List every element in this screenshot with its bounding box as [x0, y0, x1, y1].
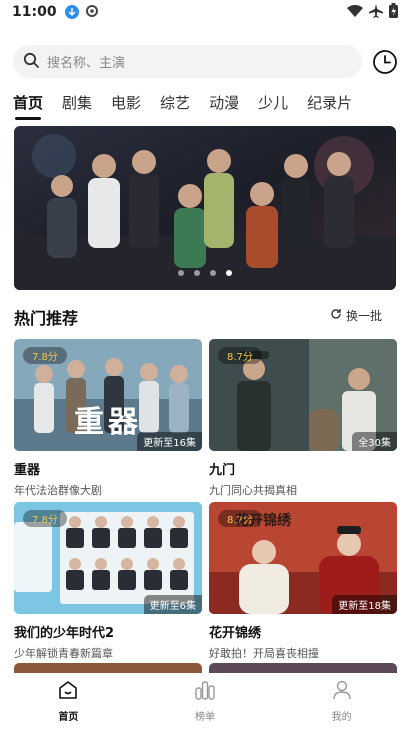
nav-ranking[interactable]: 榜单	[137, 673, 274, 729]
carousel-dot	[210, 270, 216, 276]
search-input[interactable]: 搜名称、主演	[13, 45, 362, 78]
tab-anime[interactable]: 动漫	[209, 92, 239, 122]
episode-badge: 更新至16集	[137, 432, 202, 451]
carousel-dot	[194, 270, 200, 276]
banner-image	[14, 126, 396, 290]
refresh-icon	[330, 308, 342, 323]
tab-series[interactable]: 剧集	[62, 92, 92, 122]
bottom-nav: 首页 榜单 我的	[0, 673, 410, 729]
video-title: 重器	[14, 463, 41, 478]
search-placeholder: 搜名称、主演	[47, 56, 126, 71]
score-badge: 7.8分	[23, 510, 67, 527]
download-icon	[64, 5, 79, 19]
tab-documentary[interactable]: 纪录片	[307, 92, 352, 122]
tab-movies[interactable]: 电影	[111, 92, 141, 122]
poster-title: 花开锦绣	[235, 513, 291, 529]
home-icon	[57, 679, 79, 705]
tab-variety[interactable]: 综艺	[160, 92, 190, 122]
nav-ranking-label: 榜单	[195, 712, 215, 723]
video-title: 我们的少年时代2	[14, 626, 115, 641]
tab-kids[interactable]: 少儿	[258, 92, 288, 122]
banner-carousel[interactable]	[14, 126, 396, 290]
video-subtitle: 年代法治群像大剧	[14, 484, 102, 497]
video-title: 九门	[209, 463, 236, 478]
status-time: 11:00	[12, 4, 57, 20]
nav-profile[interactable]: 我的	[273, 673, 410, 729]
video-card[interactable]: 8.7分 全30集 九门 九门同心共揭真相	[209, 339, 397, 498]
episode-badge: 更新至18集	[332, 595, 397, 614]
user-icon	[331, 679, 353, 705]
video-card[interactable]: 7.8分 重器 更新至16集 重器 年代法治群像大剧	[14, 339, 202, 498]
category-tabs: 首页 剧集 电影 综艺 动漫 少儿 纪录片	[13, 92, 371, 122]
refresh-label: 换一批	[345, 309, 382, 323]
episode-badge: 全30集	[352, 432, 397, 451]
wifi-icon	[347, 3, 363, 22]
tab-home[interactable]: 首页	[13, 92, 43, 122]
carousel-dot	[178, 270, 184, 276]
nav-home-label: 首页	[58, 712, 79, 723]
video-subtitle: 九门同心共揭真相	[209, 484, 297, 497]
video-poster: 8.2分 花开锦绣 更新至18集	[209, 502, 397, 614]
episode-badge: 更新至6集	[143, 595, 202, 614]
poster-title: 重器	[74, 405, 142, 440]
refresh-button[interactable]: 换一批	[330, 307, 382, 324]
history-button[interactable]	[372, 49, 398, 75]
airplane-icon	[369, 3, 383, 22]
video-card[interactable]: 8.2分 花开锦绣 更新至18集 花开锦绣 好敢拍！开局喜丧相撞	[209, 502, 397, 661]
video-poster: 8.7分 全30集	[209, 339, 397, 451]
video-card[interactable]: 7.8分 更新至6集 我们的少年时代2 少年解锁青春新篇章	[14, 502, 202, 661]
nav-home[interactable]: 首页	[0, 673, 137, 729]
battery-icon	[389, 2, 398, 22]
carousel-indicator	[14, 270, 396, 276]
video-title: 花开锦绣	[209, 626, 262, 641]
section-title: 热门推荐	[14, 309, 79, 328]
search-icon	[23, 52, 39, 72]
video-poster: 7.8分 重器 更新至16集	[14, 339, 202, 451]
score-badge: 7.8分	[23, 347, 67, 364]
video-subtitle: 少年解锁青春新篇章	[14, 647, 113, 660]
settings-icon	[85, 3, 99, 22]
score-badge: 8.7分	[218, 347, 262, 364]
carousel-dot-active	[226, 270, 232, 276]
nav-profile-label: 我的	[331, 712, 352, 723]
video-subtitle: 好敢拍！开局喜丧相撞	[209, 647, 319, 660]
clock-icon	[373, 50, 397, 74]
video-poster: 7.8分 更新至6集	[14, 502, 202, 614]
status-bar: 11:00	[0, 0, 410, 24]
ranking-icon	[194, 679, 216, 705]
